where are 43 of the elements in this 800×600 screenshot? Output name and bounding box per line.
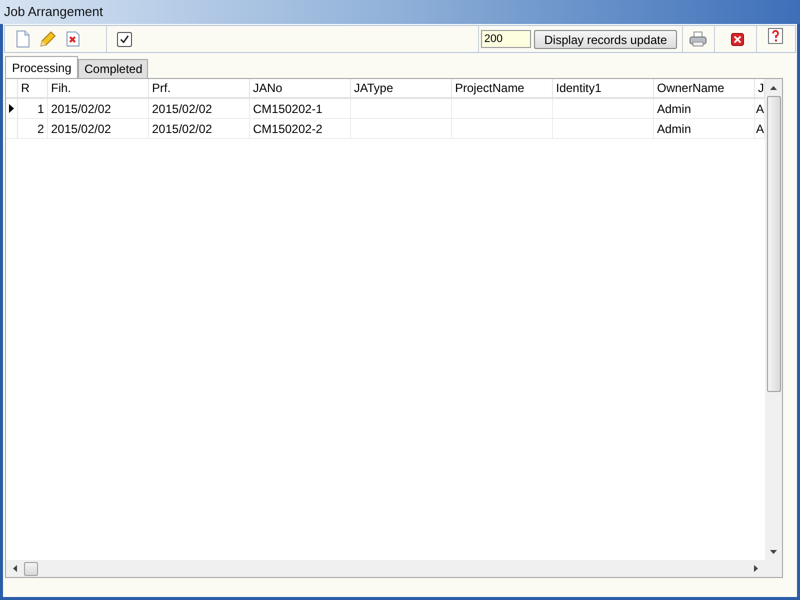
show-all-checkbox[interactable] <box>117 32 132 46</box>
horizontal-scrollbar[interactable] <box>6 560 765 577</box>
current-row-icon <box>9 104 14 113</box>
new-document-icon[interactable] <box>15 30 31 48</box>
table-cell-text: CM150202-2 <box>252 120 322 138</box>
table-cell-text: A <box>755 100 764 118</box>
close-icon[interactable] <box>731 32 744 46</box>
checkmark-icon <box>119 34 130 44</box>
column-header[interactable]: J <box>755 79 764 97</box>
column-header[interactable]: JANo <box>250 79 282 97</box>
table-cell-text: 2015/02/02 <box>151 100 212 118</box>
table-cell-text: 2015/02/02 <box>50 100 112 118</box>
column-header[interactable]: JAType <box>351 79 394 97</box>
column-header[interactable]: Identity1 <box>553 79 602 97</box>
delete-document-icon[interactable] <box>66 31 80 47</box>
table-cell-text: Admin <box>656 100 692 118</box>
table-cell-text: 2015/02/02 <box>151 120 212 138</box>
table-cell-text: Admin <box>656 120 692 138</box>
vertical-scrollbar[interactable] <box>765 79 782 560</box>
scrollbar-thumb[interactable] <box>24 562 38 576</box>
scrollbar-thumb[interactable] <box>766 96 780 392</box>
scroll-down-icon[interactable] <box>770 550 777 554</box>
column-header[interactable]: Fih. <box>48 79 72 97</box>
pencil-icon[interactable] <box>40 31 56 47</box>
table-cell-text: A <box>755 120 764 138</box>
printer-icon[interactable] <box>689 31 707 47</box>
tab[interactable]: Completed <box>78 59 148 78</box>
scroll-up-icon[interactable] <box>770 86 777 90</box>
tab[interactable]: Processing <box>5 56 78 78</box>
table-cell-text: 1 <box>37 100 45 118</box>
column-header[interactable]: R <box>18 79 30 97</box>
record-count-field[interactable]: 200 <box>481 30 532 48</box>
scroll-left-icon[interactable] <box>13 565 17 572</box>
help-icon[interactable] <box>768 28 783 44</box>
table-cell-text: 2 <box>37 120 45 138</box>
scroll-right-icon[interactable] <box>754 565 758 572</box>
table-cell-text: 2015/02/02 <box>50 120 112 138</box>
column-header[interactable]: OwnerName <box>654 79 724 97</box>
display-records-update-button[interactable]: Display records update <box>534 30 677 48</box>
window-title: Job Arrangement <box>4 3 104 22</box>
table-cell-text: CM150202-1 <box>252 100 322 118</box>
column-header[interactable]: Prf. <box>149 79 171 97</box>
column-header[interactable]: ProjectName <box>452 79 524 97</box>
